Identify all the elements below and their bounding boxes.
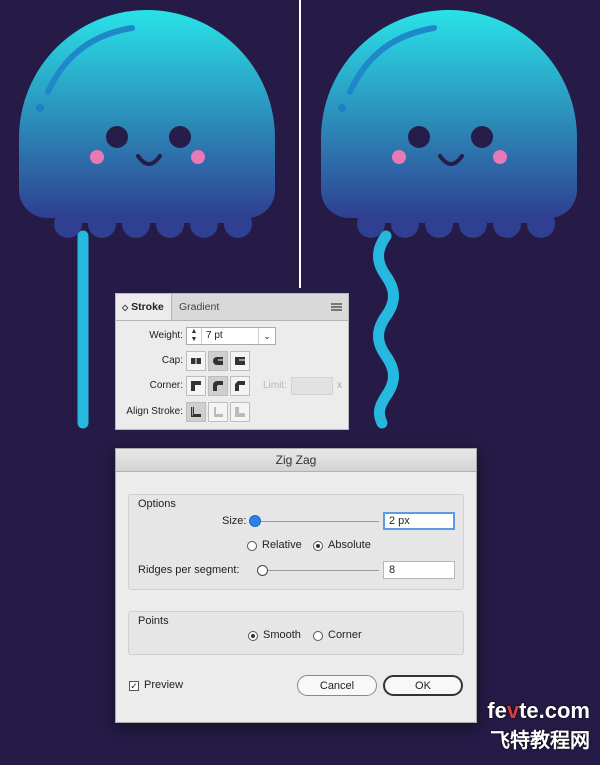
size-slider-track[interactable] bbox=[254, 521, 379, 522]
weight-label: Weight: bbox=[149, 330, 183, 341]
panel-menu-icon[interactable] bbox=[331, 303, 342, 311]
points-group: Points Smooth Corner bbox=[128, 611, 464, 655]
smooth-label: Smooth bbox=[263, 629, 301, 641]
butt-cap-icon[interactable] bbox=[186, 351, 206, 371]
left-cheek-right bbox=[191, 150, 205, 164]
right-jelly-head bbox=[321, 10, 577, 218]
limit-label: Limit: bbox=[263, 380, 287, 391]
ok-button[interactable]: OK bbox=[383, 675, 463, 696]
absolute-radio[interactable] bbox=[313, 541, 323, 551]
right-eye bbox=[408, 126, 430, 148]
corner-label: Corner: bbox=[149, 380, 183, 391]
miter-join-icon[interactable] bbox=[186, 376, 206, 396]
points-group-title: Points bbox=[138, 615, 169, 627]
smooth-radio[interactable] bbox=[248, 631, 258, 641]
align-outside-icon[interactable] bbox=[230, 402, 250, 422]
ridges-slider-track[interactable] bbox=[259, 570, 379, 571]
zigzag-dialog: Zig Zag Options Size: 2 px Relative Abso… bbox=[115, 448, 477, 723]
ridges-input[interactable]: 8 bbox=[383, 561, 455, 579]
absolute-label: Absolute bbox=[328, 539, 371, 551]
right-jellyfish bbox=[321, 10, 577, 429]
corner-radio[interactable] bbox=[313, 631, 323, 641]
align-stroke-label: Align Stroke: bbox=[126, 406, 183, 417]
tab-gradient[interactable]: Gradient bbox=[173, 294, 225, 320]
size-label: Size: bbox=[222, 515, 247, 527]
tab-stroke[interactable]: ◇ Stroke bbox=[116, 294, 172, 320]
tab-collapse-icon: ◇ bbox=[122, 303, 129, 312]
cancel-button[interactable]: Cancel bbox=[297, 675, 377, 696]
preview-checkbox[interactable]: ✓ bbox=[129, 681, 139, 691]
right-eye-right bbox=[471, 126, 493, 148]
corner-row: Corner: Limit: x bbox=[116, 376, 348, 398]
right-head-dot bbox=[338, 104, 346, 112]
left-jelly-head bbox=[19, 10, 275, 218]
stroke-panel-tabs: ◇ Stroke Gradient bbox=[116, 294, 348, 321]
left-head-dot bbox=[36, 104, 44, 112]
align-inside-icon[interactable] bbox=[208, 402, 228, 422]
right-tentacle-zigzag bbox=[373, 230, 399, 429]
left-eye bbox=[106, 126, 128, 148]
align-stroke-row: Align Stroke: bbox=[116, 402, 348, 424]
round-cap-icon[interactable] bbox=[208, 351, 228, 371]
watermark-site-name: 飞特教程网 bbox=[490, 728, 590, 752]
round-join-icon[interactable] bbox=[208, 376, 228, 396]
limit-suffix: x bbox=[337, 380, 342, 391]
weight-field[interactable]: ▲ ▼ 7 pt ⌄ bbox=[186, 327, 276, 345]
relative-radio[interactable] bbox=[247, 541, 257, 551]
ridges-label: Ridges per segment: bbox=[138, 564, 240, 576]
preview-label: Preview bbox=[144, 679, 184, 691]
right-cheek bbox=[392, 150, 406, 164]
weight-stepper-icon[interactable]: ▲ ▼ bbox=[187, 328, 202, 344]
weight-value: 7 pt bbox=[206, 330, 223, 341]
bevel-join-icon[interactable] bbox=[230, 376, 250, 396]
size-slider-handle[interactable] bbox=[249, 515, 261, 527]
dialog-title: Zig Zag bbox=[116, 449, 476, 472]
stroke-panel: ◇ Stroke Gradient Weight: ▲ ▼ 7 pt ⌄ Cap: bbox=[115, 293, 349, 430]
site-watermark: fevte.com 飞特教程网 bbox=[487, 698, 590, 753]
left-cheek bbox=[90, 150, 104, 164]
ridges-slider-handle[interactable] bbox=[257, 565, 268, 576]
chevron-down-icon[interactable]: ⌄ bbox=[258, 328, 275, 344]
options-group-title: Options bbox=[138, 498, 176, 510]
cap-row: Cap: bbox=[116, 351, 348, 373]
comparison-divider bbox=[299, 0, 301, 288]
cap-label: Cap: bbox=[161, 355, 183, 366]
size-input[interactable]: 2 px bbox=[383, 512, 455, 530]
left-eye-right bbox=[169, 126, 191, 148]
options-group: Options Size: 2 px Relative Absolute Rid… bbox=[128, 494, 464, 590]
limit-field bbox=[291, 377, 333, 395]
align-center-icon[interactable] bbox=[186, 402, 206, 422]
weight-row: Weight: ▲ ▼ 7 pt ⌄ bbox=[116, 326, 348, 348]
corner-label: Corner bbox=[328, 629, 362, 641]
projecting-cap-icon[interactable] bbox=[230, 351, 250, 371]
relative-label: Relative bbox=[262, 539, 302, 551]
right-cheek-right bbox=[493, 150, 507, 164]
artboard: ◇ Stroke Gradient Weight: ▲ ▼ 7 pt ⌄ Cap: bbox=[0, 0, 600, 765]
watermark-domain: fevte.com bbox=[487, 698, 590, 723]
